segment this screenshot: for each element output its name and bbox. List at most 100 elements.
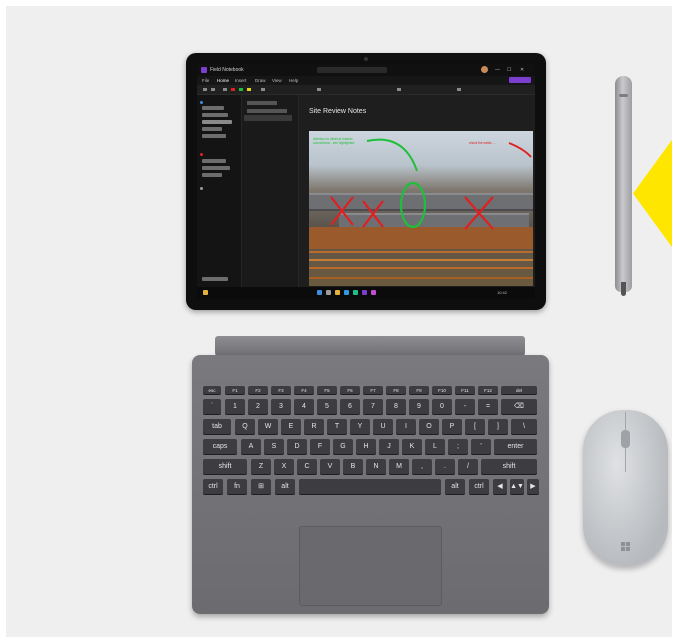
page-item[interactable]	[247, 101, 277, 105]
key[interactable]: caps	[203, 439, 237, 455]
key[interactable]: V	[320, 459, 340, 475]
highlighter-icon[interactable]	[247, 88, 251, 91]
browser-icon[interactable]	[344, 290, 349, 295]
key[interactable]: F6	[340, 386, 360, 395]
minimize-button[interactable]: —	[495, 65, 500, 75]
key[interactable]: 3	[271, 399, 291, 415]
key[interactable]: W	[258, 419, 278, 435]
ink-to-shape-icon[interactable]	[457, 88, 461, 91]
tab-file[interactable]: File	[202, 76, 209, 85]
key[interactable]: .	[435, 459, 455, 475]
key[interactable]: /	[458, 459, 478, 475]
key[interactable]: Y	[350, 419, 370, 435]
key[interactable]: A	[241, 439, 261, 455]
key[interactable]: F10	[432, 386, 452, 395]
key[interactable]: Q	[235, 419, 255, 435]
spacebar[interactable]	[299, 479, 441, 495]
nav-item[interactable]	[202, 127, 222, 131]
key[interactable]: 9	[409, 399, 429, 415]
key[interactable]: F9	[409, 386, 429, 395]
red-pen-icon[interactable]	[231, 88, 235, 91]
key[interactable]: shift	[203, 459, 247, 475]
key[interactable]: ,	[412, 459, 432, 475]
key[interactable]: F3	[271, 386, 291, 395]
key[interactable]: D	[287, 439, 307, 455]
nav-item[interactable]	[202, 134, 226, 138]
teams-icon[interactable]	[371, 290, 376, 295]
key[interactable]: 8	[386, 399, 406, 415]
key[interactable]: 2	[248, 399, 268, 415]
key[interactable]: [	[465, 419, 485, 435]
arrow-right-key[interactable]: ▶	[527, 479, 539, 495]
key[interactable]: G	[333, 439, 353, 455]
key[interactable]: =	[478, 399, 498, 415]
key[interactable]: shift	[481, 459, 537, 475]
tab-insert[interactable]: Insert	[235, 76, 246, 85]
redo-icon[interactable]	[211, 88, 215, 91]
key[interactable]: O	[419, 419, 439, 435]
page-item-active[interactable]	[244, 115, 292, 121]
key[interactable]: 0	[432, 399, 452, 415]
key[interactable]: fn	[227, 479, 247, 495]
explorer-icon[interactable]	[335, 290, 340, 295]
key[interactable]: '	[471, 439, 491, 455]
key[interactable]: F1	[225, 386, 245, 395]
key[interactable]: `	[203, 399, 221, 415]
key[interactable]: \	[511, 419, 537, 435]
nav-item[interactable]	[202, 113, 228, 117]
key[interactable]: del	[501, 386, 537, 395]
nav-item[interactable]	[202, 106, 224, 110]
key[interactable]: I	[396, 419, 416, 435]
folder-icon[interactable]	[203, 290, 208, 295]
key[interactable]: F	[310, 439, 330, 455]
key[interactable]: 7	[363, 399, 383, 415]
undo-icon[interactable]	[203, 88, 207, 91]
green-pen-icon[interactable]	[239, 88, 243, 91]
key[interactable]: ]	[488, 419, 508, 435]
key[interactable]: E	[281, 419, 301, 435]
key[interactable]: K	[402, 439, 422, 455]
start-icon[interactable]	[317, 290, 322, 295]
key[interactable]: ctrl	[203, 479, 223, 495]
nav-item-active[interactable]	[202, 120, 232, 124]
tab-help[interactable]: Help	[289, 76, 298, 85]
pen-tool-icon[interactable]	[223, 88, 227, 91]
key[interactable]: L	[425, 439, 445, 455]
store-icon[interactable]	[353, 290, 358, 295]
search-input[interactable]	[317, 67, 387, 73]
trackpad[interactable]	[299, 526, 442, 606]
close-button[interactable]: ✕	[520, 65, 524, 75]
key[interactable]: T	[327, 419, 347, 435]
key[interactable]: 5	[317, 399, 337, 415]
key[interactable]: -	[455, 399, 475, 415]
share-button[interactable]	[509, 77, 531, 83]
note-canvas[interactable]: Site Review Notes Attention to detail at…	[299, 95, 535, 287]
key[interactable]: esc	[203, 386, 221, 395]
key[interactable]: 6	[340, 399, 360, 415]
key[interactable]: S	[264, 439, 284, 455]
key[interactable]: tab	[203, 419, 231, 435]
notebook-app-icon[interactable]	[362, 290, 367, 295]
key[interactable]: U	[373, 419, 393, 435]
key[interactable]: F5	[317, 386, 337, 395]
nav-item[interactable]	[202, 159, 226, 163]
key[interactable]: alt	[275, 479, 295, 495]
key[interactable]: F7	[363, 386, 383, 395]
key[interactable]: M	[389, 459, 409, 475]
key[interactable]: enter	[494, 439, 537, 455]
eraser-icon[interactable]	[261, 88, 265, 91]
key[interactable]: ctrl	[469, 479, 489, 495]
key[interactable]: N	[366, 459, 386, 475]
key[interactable]: B	[343, 459, 363, 475]
key[interactable]: J	[379, 439, 399, 455]
key[interactable]: 4	[294, 399, 314, 415]
key[interactable]: alt	[445, 479, 465, 495]
tab-draw[interactable]: Draw	[255, 76, 266, 85]
key[interactable]: ;	[448, 439, 468, 455]
key[interactable]: H	[356, 439, 376, 455]
nav-item[interactable]	[202, 166, 230, 170]
page-item[interactable]	[247, 109, 287, 113]
tab-view[interactable]: View	[272, 76, 282, 85]
search-icon[interactable]	[326, 290, 331, 295]
key[interactable]: Z	[251, 459, 271, 475]
